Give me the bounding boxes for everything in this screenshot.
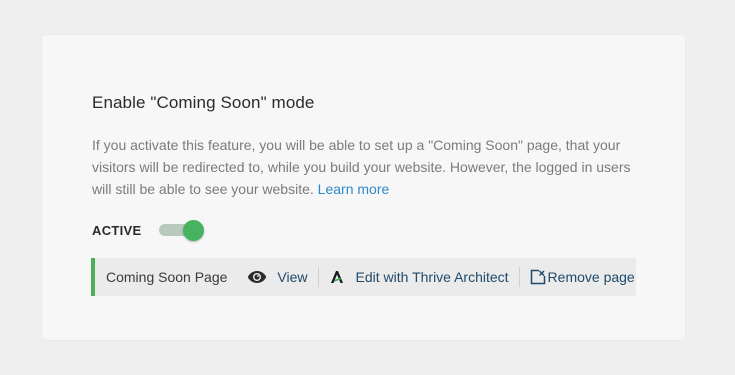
toggle-knob [183,220,205,241]
coming-soon-card: Enable "Coming Soon" mode If you activat… [42,35,685,340]
section-title: Enable "Coming Soon" mode [92,93,315,112]
edit-label: Edit with Thrive Architect [355,269,509,285]
section-description: If you activate this feature, you will b… [92,134,652,200]
remove-page-icon [530,269,546,285]
edit-with-thrive-architect-button[interactable]: Edit with Thrive Architect [330,258,509,296]
view-label: View [277,269,308,285]
remove-label: Remove page [547,269,635,285]
divider [518,267,520,287]
coming-soon-page-bar: Coming Soon Page View Edit with Thrive A… [91,258,636,296]
divider [317,267,319,287]
eye-icon [247,270,267,284]
thrive-architect-icon [330,270,344,284]
coming-soon-toggle[interactable] [159,219,205,241]
view-button[interactable]: View [247,258,308,296]
learn-more-link[interactable]: Learn more [318,181,390,197]
page-name: Coming Soon Page [106,269,228,285]
remove-page-button[interactable]: Remove page [530,258,635,296]
status-label: ACTIVE [92,222,142,238]
status-row: ACTIVE [92,218,205,242]
